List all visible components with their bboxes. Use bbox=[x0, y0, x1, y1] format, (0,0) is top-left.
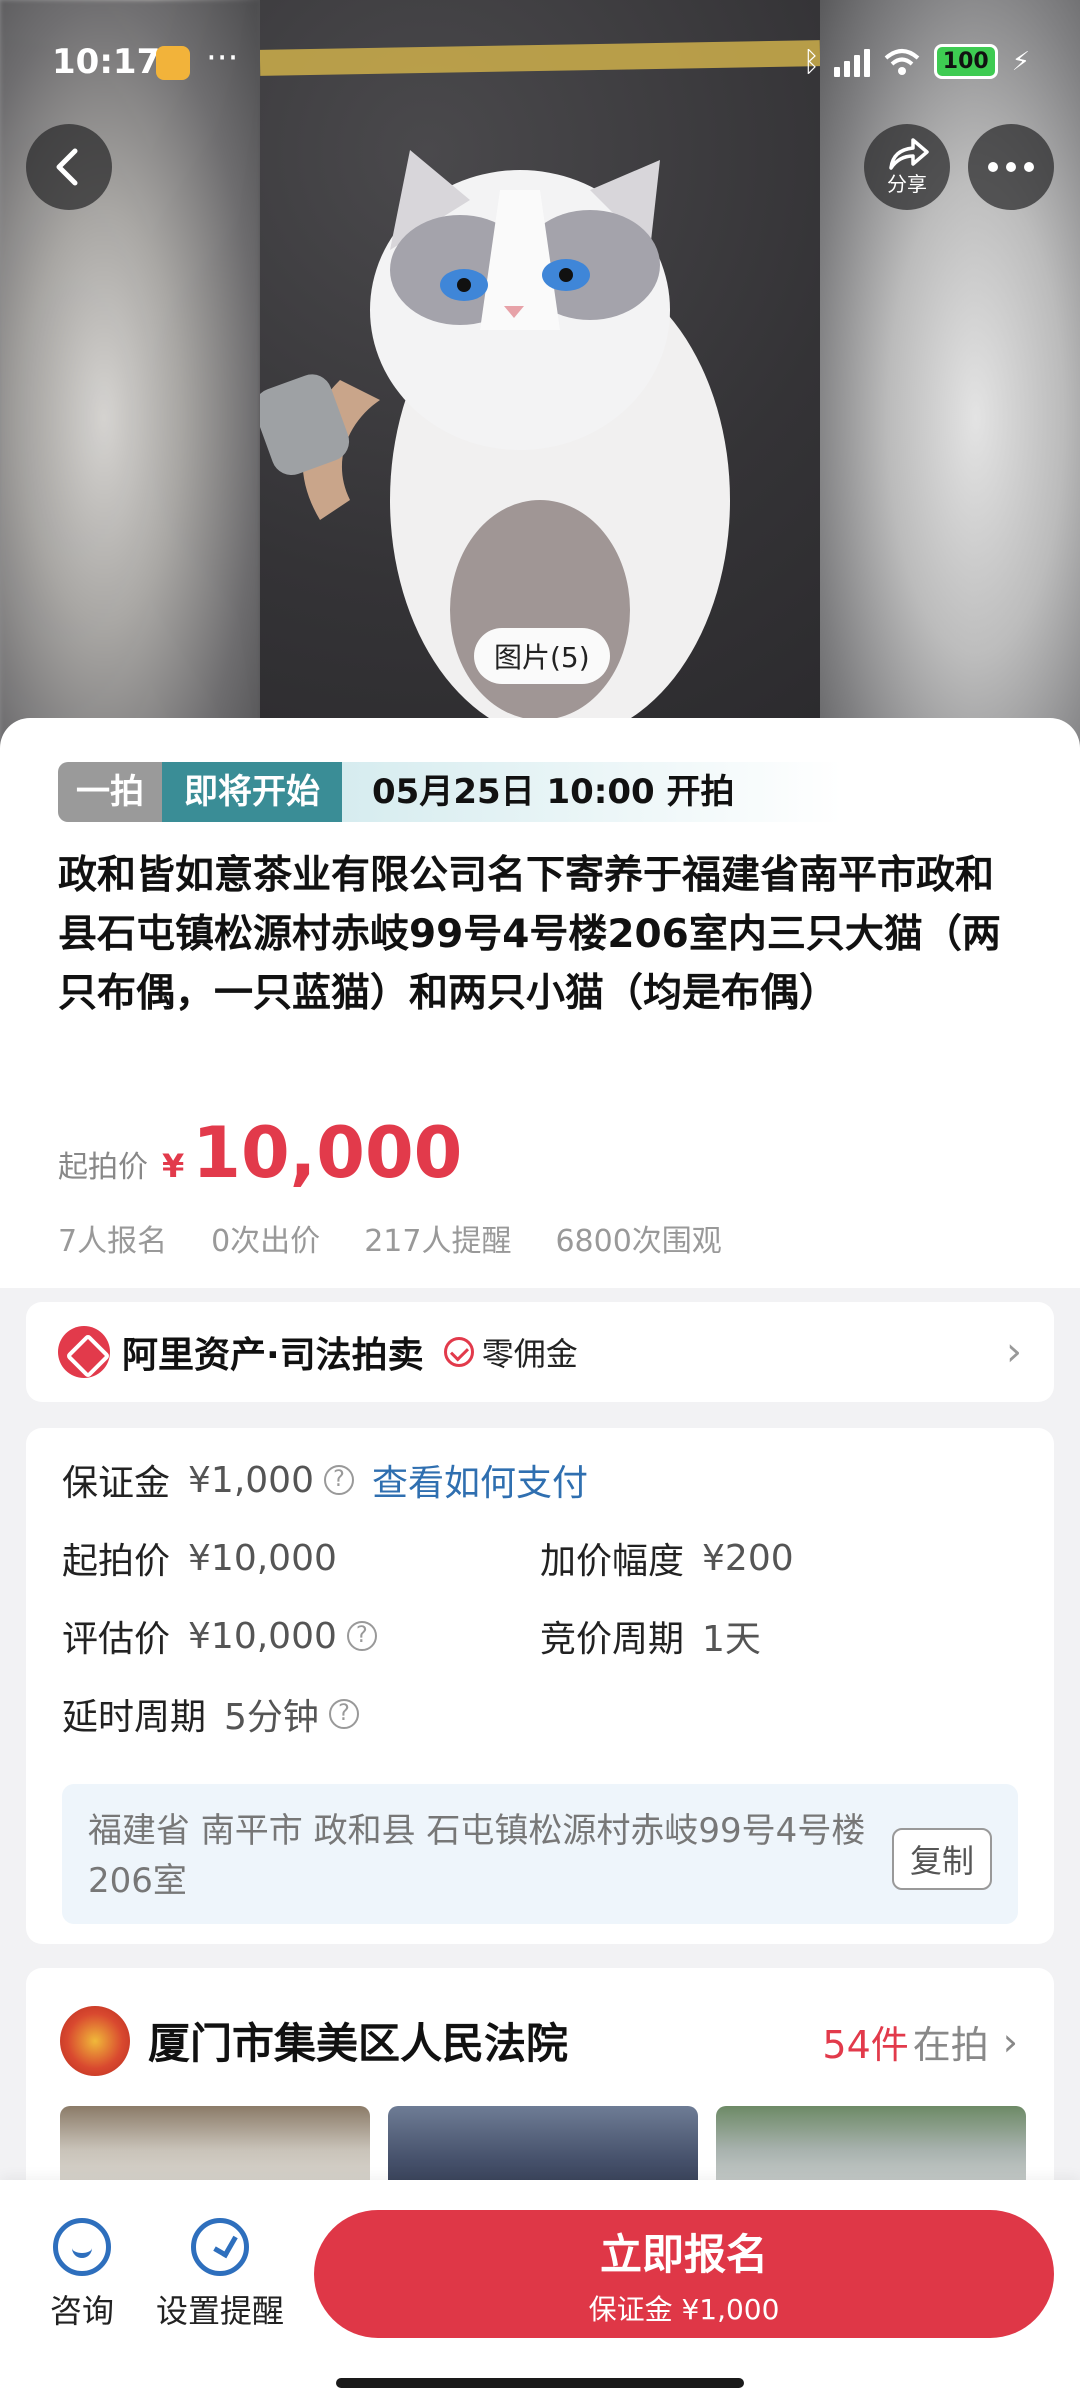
auction-start-time: 05月25日 10:00 开拍 bbox=[342, 762, 842, 822]
signup-title: 立即报名 bbox=[599, 2229, 768, 2279]
notification-app-icon bbox=[156, 46, 190, 80]
court-name: 厦门市集美区人民法院 bbox=[148, 2019, 569, 2068]
how-to-pay-link[interactable]: 查看如何支付 bbox=[372, 1454, 588, 1506]
auction-stats: 7人报名 0次出价 217人提醒 6800次围观 bbox=[58, 1216, 722, 1260]
help-icon[interactable]: ? bbox=[346, 1621, 377, 1651]
set-reminder-button[interactable]: 设置提醒 bbox=[156, 2218, 284, 2332]
alarm-clock-icon bbox=[191, 2218, 249, 2276]
increment-value: ¥200 bbox=[702, 1537, 794, 1579]
delay-row: 延时周期 5分钟 ? bbox=[62, 1688, 359, 1740]
appraisal-value: ¥10,000 bbox=[188, 1615, 337, 1657]
auction-status-tag: 即将开始 bbox=[162, 762, 342, 822]
battery-icon: 100 bbox=[933, 44, 998, 79]
start-price-label: 起拍价 bbox=[62, 1541, 171, 1582]
increment-label: 加价幅度 bbox=[540, 1541, 685, 1582]
headset-icon bbox=[53, 2218, 111, 2276]
bluetooth-icon: ᛒ bbox=[802, 45, 820, 78]
bidding-cycle-row: 竞价周期 1天 bbox=[540, 1610, 761, 1662]
increment-row: 加价幅度 ¥200 bbox=[540, 1532, 794, 1584]
reminder-count: 217人提醒 bbox=[364, 1224, 512, 1259]
court-count-label: 在拍 bbox=[912, 2023, 989, 2067]
more-button[interactable] bbox=[968, 124, 1054, 210]
back-button[interactable] bbox=[26, 124, 112, 210]
bidding-cycle-label: 竞价周期 bbox=[540, 1619, 685, 1660]
auction-details-card: 保证金 ¥1,000 ? 查看如何支付 起拍价 ¥10,000 加价幅度 ¥20… bbox=[26, 1428, 1054, 1944]
more-icon bbox=[988, 162, 1034, 172]
court-emblem-icon bbox=[60, 2006, 130, 2076]
charging-icon: ⚡ bbox=[1011, 46, 1030, 77]
address-box: 福建省 南平市 政和县 石屯镇松源村赤岐99号4号楼206室 复制 bbox=[62, 1784, 1018, 1924]
signal-icon bbox=[833, 47, 870, 77]
wifi-icon bbox=[884, 48, 920, 75]
bidding-cycle-value: 1天 bbox=[702, 1619, 761, 1660]
signup-count: 7人报名 bbox=[58, 1224, 168, 1259]
help-icon[interactable]: ? bbox=[323, 1465, 354, 1495]
auction-info-card: 一拍 即将开始 05月25日 10:00 开拍 政和皆如意茶业有限公司名下寄养于… bbox=[0, 718, 1080, 1288]
chevron-right-icon: › bbox=[1002, 2019, 1018, 2064]
start-price-row: 起拍价 ¥10,000 bbox=[62, 1532, 337, 1584]
platform-name: 阿里资产·司法拍卖 bbox=[122, 1335, 424, 1376]
copy-address-button[interactable]: 复制 bbox=[891, 1828, 992, 1890]
help-icon[interactable]: ? bbox=[328, 1699, 359, 1729]
signup-deposit: 保证金 ¥1,000 bbox=[588, 2292, 780, 2326]
check-circle-icon bbox=[443, 1337, 474, 1367]
appraisal-row: 评估价 ¥10,000 ? bbox=[62, 1610, 377, 1662]
ali-assets-logo-icon bbox=[58, 1326, 110, 1378]
signup-now-button[interactable]: 立即报名 保证金 ¥1,000 bbox=[314, 2210, 1054, 2338]
consult-button[interactable]: 咨询 bbox=[50, 2218, 114, 2332]
platform-row[interactable]: 阿里资产·司法拍卖 零佣金 › bbox=[26, 1302, 1054, 1402]
zero-commission-label: 零佣金 bbox=[481, 1335, 578, 1373]
deposit-label: 保证金 bbox=[62, 1463, 171, 1504]
auction-title: 政和皆如意茶业有限公司名下寄养于福建省南平市政和县石屯镇松源村赤岐99号4号楼2… bbox=[58, 853, 1001, 1016]
deposit-value: ¥1,000 bbox=[188, 1459, 314, 1501]
deposit-row: 保证金 ¥1,000 ? 查看如何支付 bbox=[62, 1454, 588, 1506]
starting-price: 起拍价 ¥ 10,000 bbox=[58, 1112, 462, 1194]
status-indicators: ᛒ 100 ⚡ bbox=[803, 44, 1030, 79]
court-card[interactable]: 厦门市集美区人民法院 54件 在拍 › bbox=[26, 1968, 1054, 2208]
delay-label: 延时周期 bbox=[62, 1697, 207, 1738]
price-label: 起拍价 bbox=[58, 1150, 148, 1185]
status-bar: 10:17 ··· ᛒ 100 ⚡ bbox=[0, 0, 1080, 130]
currency-symbol: ¥ bbox=[162, 1147, 185, 1185]
status-time: 10:17 bbox=[52, 42, 161, 82]
consult-label: 咨询 bbox=[50, 2292, 115, 2330]
share-icon bbox=[889, 137, 929, 170]
start-price-value: ¥10,000 bbox=[188, 1537, 337, 1579]
view-count: 6800次围观 bbox=[555, 1224, 722, 1259]
back-arrow-icon bbox=[56, 148, 78, 186]
more-notifications-icon: ··· bbox=[206, 38, 239, 78]
share-button[interactable]: 分享 bbox=[864, 124, 950, 210]
delay-value: 5分钟 bbox=[224, 1697, 319, 1738]
set-reminder-label: 设置提醒 bbox=[156, 2292, 285, 2330]
bid-count: 0次出价 bbox=[211, 1224, 321, 1259]
court-auction-count[interactable]: 54件 在拍 › bbox=[822, 2014, 1018, 2069]
home-indicator bbox=[336, 2378, 744, 2388]
address-text: 福建省 南平市 政和县 石屯镇松源村赤岐99号4号楼206室 bbox=[88, 1811, 866, 1901]
share-label: 分享 bbox=[887, 171, 927, 196]
auction-tags: 一拍 即将开始 05月25日 10:00 开拍 bbox=[58, 762, 842, 822]
bottom-action-bar: 咨询 设置提醒 立即报名 保证金 ¥1,000 bbox=[0, 2180, 1080, 2403]
court-count-number: 54件 bbox=[822, 2023, 909, 2067]
chevron-right-icon: › bbox=[1006, 1329, 1022, 1375]
photo-count-badge[interactable]: 图片(5) bbox=[474, 628, 610, 684]
appraisal-label: 评估价 bbox=[62, 1619, 171, 1660]
price-value: 10,000 bbox=[192, 1112, 463, 1194]
auction-round-tag: 一拍 bbox=[58, 762, 162, 822]
